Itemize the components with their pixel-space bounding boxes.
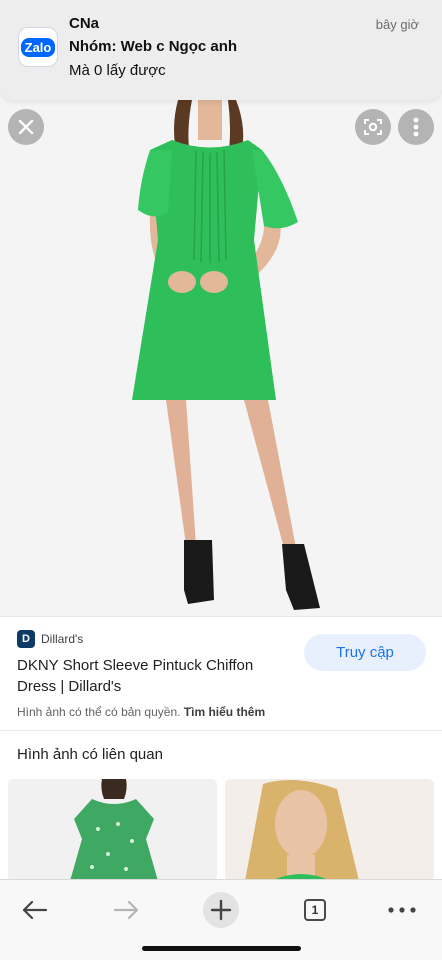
notification-subtitle: Nhóm: Web c Ngọc anh [69,38,238,55]
tab-switcher-button[interactable]: 1 [291,888,339,932]
copyright-text: Hình ảnh có thể có bản quyền. [17,705,181,719]
site-name: Dillard's [41,632,84,646]
close-icon [18,119,34,135]
zalo-logo-text: Zalo [20,37,56,57]
related-image-thumbnail[interactable] [8,779,217,881]
back-button[interactable] [10,888,58,932]
lens-search-button[interactable] [355,109,391,145]
dillards-favicon-icon: D [17,630,35,648]
related-images-heading: Hình ảnh có liên quan [17,746,163,763]
notification-title: CNa [69,15,100,32]
learn-more-link[interactable]: Tìm hiểu thêm [184,705,265,719]
blonde-model-image [225,779,434,881]
notification-body: Mà 0 lấy được [69,62,166,79]
copyright-notice: Hình ảnh có thể có bản quyền. Tìm hiểu t… [17,705,265,719]
section-divider [0,730,442,731]
tabs-icon: 1 [304,899,326,921]
notification-time: bây giờ [375,17,419,32]
lens-icon [364,119,382,135]
menu-button[interactable] [378,888,426,932]
forward-button[interactable] [103,888,151,932]
more-vert-icon [413,117,419,137]
more-options-button[interactable] [398,109,434,145]
back-arrow-icon [22,900,47,920]
visit-button[interactable]: Truy cập [304,634,426,671]
site-row[interactable]: D Dillard's [17,630,83,648]
zalo-app-icon: Zalo [18,27,58,67]
new-tab-button[interactable] [197,888,245,932]
result-title-link[interactable]: DKNY Short Sleeve Pintuck Chiffon Dress … [17,655,287,697]
close-image-button[interactable] [8,109,44,145]
green-floral-dress-image [8,779,217,881]
more-horiz-icon [388,907,416,913]
home-indicator [142,946,301,951]
zalo-notification[interactable]: Zalo CNa Nhóm: Web c Ngọc anh Mà 0 lấy đ… [0,0,442,100]
related-image-thumbnail[interactable] [225,779,434,881]
new-tab-circle [203,892,239,928]
image-source-panel: D Dillard's DKNY Short Sleeve Pintuck Ch… [0,616,442,730]
plus-icon [210,899,232,921]
forward-arrow-icon [114,900,139,920]
